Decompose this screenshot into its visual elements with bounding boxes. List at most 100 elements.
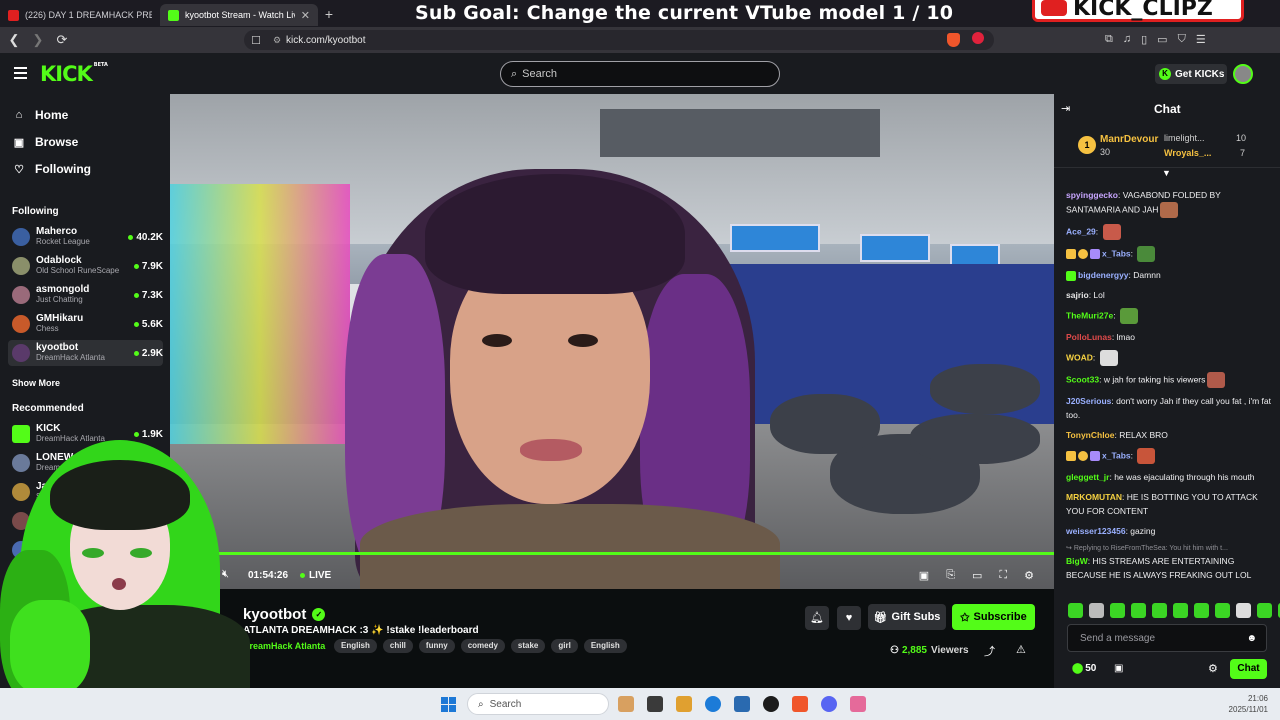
leader-name[interactable]: ManrDevour [1100, 134, 1158, 145]
wallet-icon[interactable]: ▭ [1157, 33, 1167, 46]
channel-row[interactable]: LONEW Dream [8, 450, 163, 476]
chat-username[interactable]: TheMuri27e [1066, 310, 1113, 320]
notification-bell-button[interactable]: 🔔︎ [805, 606, 829, 630]
chat-username[interactable]: gleggett_jr [1066, 472, 1109, 482]
stream-category-link[interactable]: DreamHack Atlanta [243, 641, 325, 651]
taskbar-search-input[interactable]: ⌕ Search [467, 693, 609, 715]
tag-chip[interactable]: comedy [460, 639, 505, 653]
channel-row[interactable]: GMHikaru Chess 5.6K [8, 311, 163, 337]
back-icon[interactable]: ❮ [4, 32, 24, 48]
pause-icon[interactable]: ❚❚ [194, 568, 214, 582]
chat-username[interactable]: x_Tabs [1102, 450, 1131, 460]
channel-row[interactable]: CC [8, 566, 163, 592]
emote-icon[interactable] [1215, 603, 1230, 618]
browser-tab-kick[interactable]: kyootbot Stream - Watch Live on ✕ [160, 4, 318, 26]
channel-row[interactable]: Odablock Old School RuneScape 7.9K [8, 253, 163, 279]
emote-icon[interactable] [1068, 603, 1083, 618]
user-avatar[interactable] [1233, 64, 1253, 84]
gift-subs-button[interactable]: 🎁︎ Gift Subs [868, 604, 946, 630]
channel-row[interactable]: hitv Cou [8, 537, 163, 563]
extension-icon[interactable]: ⧉ [1105, 33, 1113, 46]
fullscreen-icon[interactable]: ⛶ [999, 569, 1007, 582]
search-input[interactable]: ⌕ Search [500, 61, 780, 87]
chat-username[interactable]: TonynChloe [1066, 430, 1114, 440]
channel-row[interactable]: Jay Slot [8, 479, 163, 505]
kick-logo[interactable]: KICK BETA [40, 62, 108, 86]
chat-username[interactable]: WOAD [1066, 352, 1093, 362]
emote-icon[interactable] [1152, 603, 1167, 618]
bookmark-icon[interactable]: ☐ [244, 34, 268, 47]
shield-icon[interactable]: ⛉ [1178, 33, 1186, 46]
chat-username[interactable]: PolloLunas [1066, 332, 1112, 342]
system-clock[interactable]: 21:06 2025/11/01 [1229, 693, 1268, 715]
menu-icon[interactable]: ☰ [1196, 33, 1206, 46]
media-icon[interactable]: ♫ [1123, 33, 1131, 46]
get-kicks-button[interactable]: K Get KICKs [1155, 64, 1227, 84]
video-player[interactable] [170, 94, 1054, 589]
app-icon[interactable] [618, 696, 634, 712]
edge-icon[interactable] [705, 696, 721, 712]
emote-icon[interactable] [1110, 603, 1125, 618]
tag-chip[interactable]: funny [418, 639, 455, 653]
chat-settings-icon[interactable]: ⚙ [1208, 662, 1218, 675]
app-icon[interactable] [850, 696, 866, 712]
leader-name[interactable]: limelight... [1164, 133, 1205, 143]
pip-icon[interactable]: ▣ [919, 569, 929, 582]
tag-chip[interactable]: English [334, 639, 377, 653]
tag-chip[interactable]: English [583, 639, 627, 653]
obs-icon[interactable] [763, 696, 779, 712]
channel-row[interactable]: KICK DreamHack Atlanta 1.9K [8, 421, 163, 447]
chat-username[interactable]: MRKOMUTAN [1066, 492, 1122, 502]
emote-icon[interactable] [1257, 603, 1272, 618]
share-icon[interactable]: ⤴ [984, 643, 995, 659]
emote-icon[interactable] [1194, 603, 1209, 618]
chat-username[interactable]: Ace_29 [1066, 226, 1096, 236]
close-tab-icon[interactable]: ✕ [301, 9, 310, 22]
collapse-chat-icon[interactable]: ⇥ [1061, 102, 1070, 115]
url-field[interactable]: ☐ ⚙ kick.com/kyootbot [244, 30, 994, 50]
send-chat-button[interactable]: Chat [1230, 659, 1267, 679]
sidebar-item-following[interactable]: ♡ Following [12, 162, 91, 176]
channel-row[interactable]: Maherco Rocket League 40.2K [8, 224, 163, 250]
mute-icon[interactable]: 🔇︎ [222, 568, 229, 581]
sidebar-item-browse[interactable]: ▣ Browse [12, 135, 79, 149]
file-explorer-icon[interactable] [647, 696, 663, 712]
emoji-picker-icon[interactable]: ☻ [1246, 633, 1257, 644]
tag-chip[interactable]: girl [551, 639, 578, 653]
channel-row-selected[interactable]: kyootbot DreamHack Atlanta 2.9K [8, 340, 163, 366]
settings-icon[interactable]: ⚙ [1024, 569, 1034, 582]
emote-icon[interactable] [1236, 603, 1251, 618]
chat-username[interactable]: x_Tabs [1102, 248, 1131, 258]
tag-chip[interactable]: chill [382, 639, 413, 653]
chat-username[interactable]: Scoot33 [1066, 374, 1099, 384]
reload-icon[interactable]: ⟳ [52, 32, 72, 48]
brave-rewards-icon[interactable] [972, 32, 984, 44]
brave-icon[interactable] [792, 696, 808, 712]
site-info-icon[interactable]: ⚙ [268, 35, 286, 46]
gift-icon[interactable]: ▣ [1114, 663, 1123, 674]
chat-username[interactable]: bigdenergyy [1078, 270, 1129, 280]
reply-context[interactable]: ↪ Replying to RiseFromTheSea: You hit hi… [1066, 544, 1276, 552]
report-icon[interactable]: ⚠ [1016, 643, 1026, 656]
browser-tab-youtube[interactable]: (226) DAY 1 DREAMHACK PRESSTEN [0, 4, 160, 26]
leader-name[interactable]: Wroyals_... [1164, 148, 1211, 158]
chat-username[interactable]: spyinggecko [1066, 190, 1118, 200]
subscribe-button[interactable]: ✩ Subscribe [952, 604, 1035, 630]
video-progress-bar[interactable] [170, 552, 1054, 555]
emote-icon[interactable] [1173, 603, 1188, 618]
brave-shield-icon[interactable] [947, 33, 960, 47]
channel-row[interactable]: ian Dre [8, 508, 163, 534]
discord-icon[interactable] [821, 696, 837, 712]
pinned-message-icon[interactable]: ▼ [1162, 168, 1171, 178]
windows-start-icon[interactable] [441, 697, 456, 712]
sidebar-toggle-icon[interactable]: ▯ [1141, 33, 1147, 46]
kicks-balance[interactable]: ⬤ 50 [1072, 663, 1096, 674]
chat-username[interactable]: sajrio [1066, 290, 1089, 300]
chat-username[interactable]: BigW [1066, 556, 1088, 566]
hamburger-menu-icon[interactable] [14, 67, 27, 82]
follow-button[interactable]: ♥ [837, 606, 861, 630]
show-more-link[interactable]: Show More [12, 378, 60, 388]
emote-icon[interactable] [1089, 603, 1104, 618]
chat-message-input[interactable]: Send a message ☻ [1067, 624, 1267, 652]
new-tab-button[interactable]: + [318, 6, 340, 22]
